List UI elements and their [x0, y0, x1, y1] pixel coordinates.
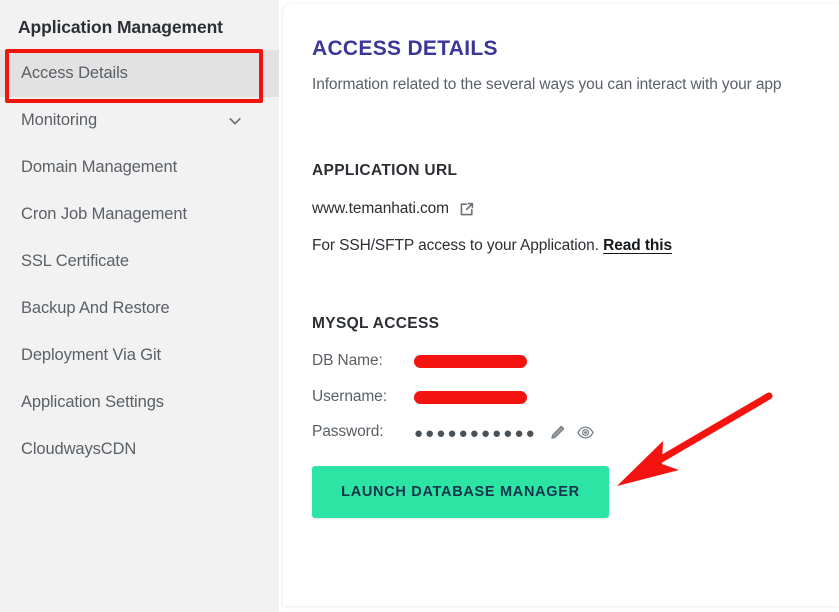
sidebar-item-label: CloudwaysCDN: [21, 440, 137, 458]
section-title-application-url: APPLICATION URL: [312, 162, 458, 179]
external-link-icon[interactable]: [458, 201, 475, 218]
section-title-mysql-access: MYSQL ACCESS: [312, 315, 440, 332]
username-label: Username:: [312, 388, 387, 405]
username-row: Username:: [312, 386, 527, 408]
sidebar-item-application-settings[interactable]: Application Settings: [0, 379, 279, 426]
sidebar-item-label: Monitoring: [21, 111, 98, 129]
application-management-page: Application Management Access Details Mo…: [0, 0, 839, 612]
ssh-sftp-note-text: For SSH/SFTP access to your Application.: [312, 237, 599, 254]
sidebar-item-label: Backup And Restore: [21, 299, 170, 317]
page-title: ACCESS DETAILS: [312, 37, 498, 60]
sidebar-title: Application Management: [18, 17, 223, 37]
db-name-redaction-bar: [414, 354, 527, 368]
sidebar-item-monitoring[interactable]: Monitoring: [0, 97, 279, 144]
sidebar-item-deployment-via-git[interactable]: Deployment Via Git: [0, 332, 279, 379]
sidebar-item-label: Access Details: [21, 64, 128, 82]
pencil-icon[interactable]: [549, 424, 566, 441]
application-url-row: www.temanhati.com: [312, 200, 475, 218]
sidebar-item-label: SSL Certificate: [21, 252, 129, 270]
sidebar-item-cron-job-management[interactable]: Cron Job Management: [0, 191, 279, 238]
sidebar-item-label: Deployment Via Git: [21, 346, 162, 364]
page-subtitle: Information related to the several ways …: [312, 76, 782, 93]
content-card-inner: ACCESS DETAILS Information related to th…: [312, 4, 839, 606]
eye-icon[interactable]: [576, 424, 594, 441]
password-label: Password:: [312, 423, 384, 440]
db-name-label: DB Name:: [312, 352, 383, 369]
ssh-sftp-note: For SSH/SFTP access to your Application.…: [312, 237, 672, 255]
password-row: Password: ●●●●●●●●●●●: [312, 421, 594, 443]
sidebar-item-backup-and-restore[interactable]: Backup And Restore: [0, 285, 279, 332]
launch-database-manager-button[interactable]: LAUNCH DATABASE MANAGER: [312, 466, 609, 518]
sidebar-item-label: Domain Management: [21, 158, 178, 176]
sidebar-item-domain-management[interactable]: Domain Management: [0, 144, 279, 191]
sidebar-item-ssl-certificate[interactable]: SSL Certificate: [0, 238, 279, 285]
sidebar-item-cloudways-cdn[interactable]: CloudwaysCDN: [0, 426, 279, 473]
sidebar: Application Management Access Details Mo…: [0, 0, 279, 612]
sidebar-item-label: Cron Job Management: [21, 205, 187, 223]
sidebar-nav: Access Details Monitoring Domain Managem…: [0, 50, 279, 473]
read-this-link[interactable]: Read this: [603, 237, 672, 254]
content-card: ACCESS DETAILS Information related to th…: [283, 4, 839, 606]
sidebar-item-label: Application Settings: [21, 393, 164, 411]
password-masked-value: ●●●●●●●●●●●: [414, 424, 537, 442]
chevron-down-icon[interactable]: [227, 113, 243, 129]
application-url-value[interactable]: www.temanhati.com: [312, 200, 449, 218]
username-redaction-bar: [414, 390, 527, 404]
db-name-row: DB Name:: [312, 350, 527, 372]
sidebar-item-access-details[interactable]: Access Details: [0, 50, 279, 97]
